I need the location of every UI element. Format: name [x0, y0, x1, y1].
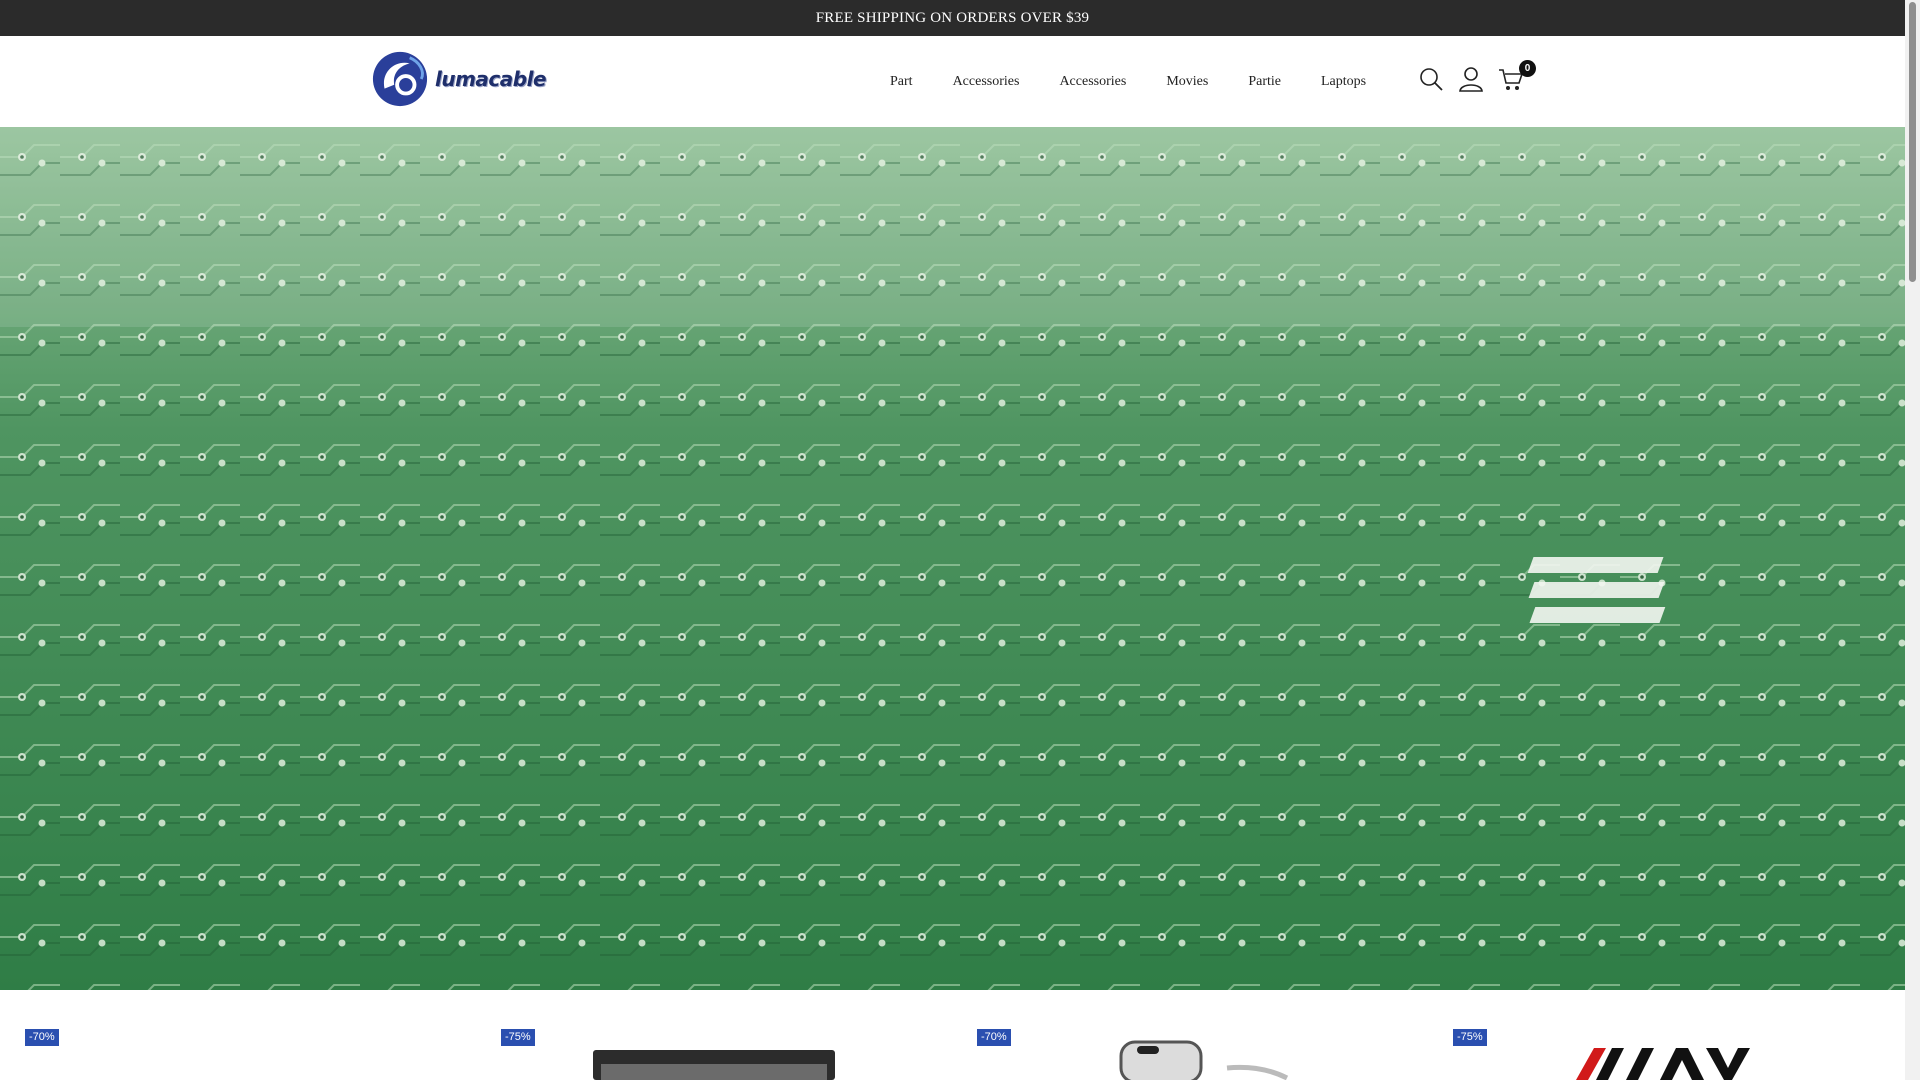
- product-card[interactable]: -75%: [1428, 990, 1904, 1080]
- product-card[interactable]: -70%: [952, 990, 1428, 1080]
- cart-count-badge: 0: [1519, 60, 1536, 77]
- product-strip: -70% -75% -70% -75%: [0, 990, 1905, 1080]
- nav-item-part[interactable]: Part: [890, 74, 913, 90]
- main-nav: Part Accessories Accessories Movies Part…: [890, 36, 1406, 127]
- discount-badge: -70%: [25, 1029, 59, 1046]
- announcement-text: FREE SHIPPING ON ORDERS OVER $39: [815, 9, 1090, 26]
- user-icon[interactable]: [1458, 66, 1484, 92]
- site-header: lumacable Part Accessories Accessories M…: [0, 36, 1905, 127]
- cart-button[interactable]: 0: [1498, 60, 1536, 92]
- scrollbar-thumb[interactable]: [1909, 2, 1916, 282]
- hero-banner[interactable]: [0, 127, 1905, 990]
- header-icons: 0: [1418, 60, 1536, 92]
- discount-badge: -70%: [977, 1029, 1011, 1046]
- discount-badge: -75%: [1453, 1029, 1487, 1046]
- product-card[interactable]: -70%: [0, 990, 476, 1080]
- nav-item-accessories-2[interactable]: Accessories: [1059, 74, 1126, 90]
- announcement-bar: FREE SHIPPING ON ORDERS OVER $39: [0, 0, 1905, 36]
- hero-circuit-image: [0, 127, 1905, 990]
- discount-badge: -75%: [501, 1029, 535, 1046]
- product-image-brand-logo: [1576, 1048, 1750, 1080]
- nav-item-movies[interactable]: Movies: [1166, 74, 1208, 90]
- product-image-headunit: [593, 1050, 835, 1080]
- page-scrollbar[interactable]: [1905, 0, 1920, 1080]
- brand-logo[interactable]: lumacable: [371, 50, 547, 108]
- nav-item-laptops[interactable]: Laptops: [1321, 74, 1366, 90]
- nav-item-accessories[interactable]: Accessories: [953, 74, 1020, 90]
- product-card[interactable]: -75%: [476, 990, 952, 1080]
- logo-mark-icon: [372, 51, 428, 107]
- nav-item-partie[interactable]: Partie: [1248, 74, 1281, 90]
- search-icon[interactable]: [1418, 66, 1444, 92]
- brand-name: lumacable: [435, 67, 547, 91]
- product-image-phone: [1119, 1040, 1289, 1080]
